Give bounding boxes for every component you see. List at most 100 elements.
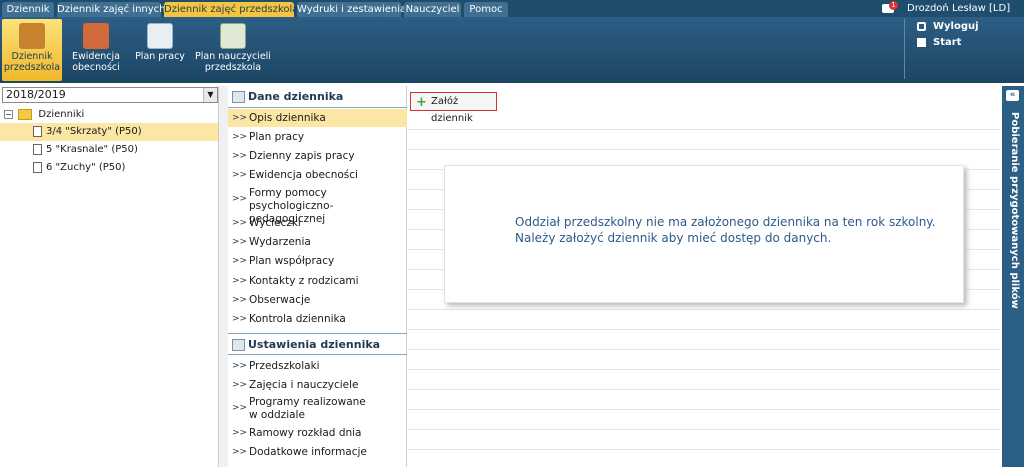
tab-dziennik[interactable]: Dziennik: [2, 2, 54, 17]
chevron-right-icon: >>: [232, 428, 248, 438]
menu-item-ewidencja-obecnosci[interactable]: >> Ewidencja obecności: [228, 169, 407, 182]
menu-item-plan-pracy[interactable]: >> Plan pracy: [228, 131, 407, 144]
menu-item-label: Wycieczki: [249, 217, 301, 229]
tab-dziennik-zajec-przedszkola[interactable]: Dziennik zajęć przedszkola: [164, 2, 298, 17]
tab-wydruki[interactable]: Wydruki i zestawienia: [297, 2, 406, 17]
section-title: Ustawienia dziennika: [248, 338, 381, 351]
tab-dziennik-zajec-innych[interactable]: Dziennik zajęć innych: [57, 2, 166, 17]
collapse-icon[interactable]: −: [4, 109, 13, 119]
home-icon: [917, 38, 926, 47]
menu-item-opis-dziennika[interactable]: >> Opis dziennika: [228, 109, 407, 127]
ribbon-plan-nauczycieli-button[interactable]: Plan nauczycieli przedszkola: [194, 19, 272, 81]
info-message-box: Oddział przedszkolny nie ma założonego d…: [444, 165, 964, 303]
journal-tree-panel: 2018/2019 ▼ − Dzienniki 3/4 "Skrzaty" (P…: [0, 86, 220, 467]
tab-nauczyciel[interactable]: Nauczyciel: [404, 2, 461, 17]
tab-pomoc[interactable]: Pomoc: [464, 2, 508, 17]
downloads-sidebar-label: Pobieranie przygotowanych plików: [1009, 112, 1020, 309]
lock-icon: [917, 22, 926, 31]
menu-item-plan-wspolpracy[interactable]: >> Plan współpracy: [228, 255, 407, 268]
ribbon-plan-pracy-button[interactable]: Plan pracy: [131, 19, 189, 81]
plus-icon: +: [416, 95, 427, 110]
menu-item-label: Wydarzenia: [249, 236, 311, 248]
chevron-right-icon: >>: [232, 403, 248, 413]
menu-item-label: Kontrola dziennika: [249, 313, 346, 325]
create-journal-button[interactable]: + Załóż dziennik: [410, 92, 497, 124]
tree-item[interactable]: 5 "Krasnale" (P50): [0, 141, 219, 159]
menu-item-dzienny-zapis-pracy[interactable]: >> Dzienny zapis pracy: [228, 150, 407, 163]
school-year-value: 2018/2019: [6, 88, 66, 101]
chevron-right-icon: >>: [232, 447, 248, 457]
logout-link[interactable]: Wyloguj: [915, 19, 979, 35]
user-name[interactable]: Drozdoń Lesław [LD]: [907, 0, 1010, 17]
tree-item-label: 5 "Krasnale" (P50): [46, 144, 138, 155]
menu-item-label: Dzienny zapis pracy: [249, 150, 355, 162]
person-check-icon: [83, 23, 109, 49]
document-icon: [33, 126, 42, 137]
section-header-dane-dziennika: Dane dziennika: [228, 86, 407, 108]
chevron-right-icon: >>: [232, 194, 248, 204]
panel-scrollbar[interactable]: [218, 86, 228, 467]
menu-item-label: Przedszkolaki: [249, 360, 320, 372]
menu-item-label: Kontakty z rodzicami: [249, 275, 359, 287]
start-label: Start: [933, 37, 962, 48]
main-content: + Załóż dziennik Oddział przedszkolny ni…: [408, 86, 1000, 467]
top-tab-bar: Dziennik Dziennik zajęć innych Dziennik …: [0, 0, 1024, 17]
menu-item-obserwacje[interactable]: >> Obserwacje: [228, 294, 407, 307]
ribbon-dziennik-przedszkola-button[interactable]: Dziennik przedszkola: [2, 19, 62, 81]
chevron-right-icon: >>: [232, 276, 248, 286]
school-year-select[interactable]: 2018/2019 ▼: [2, 87, 218, 103]
start-link[interactable]: Start: [915, 35, 979, 51]
info-message-line: Należy założyć dziennik aby mieć dostęp …: [515, 231, 832, 245]
chevron-right-icon: >>: [232, 132, 248, 142]
chevron-right-icon: >>: [232, 361, 248, 371]
chevron-right-icon: >>: [232, 380, 248, 390]
chevron-right-icon: >>: [232, 113, 248, 123]
menu-item-programy-realizowane[interactable]: >> Programy realizowane w oddziale: [228, 396, 368, 422]
info-message: Oddział przedszkolny nie ma założonego d…: [515, 214, 936, 246]
menu-item-kontakty-z-rodzicami[interactable]: >> Kontakty z rodzicami: [228, 275, 407, 288]
settings-icon: [232, 339, 245, 351]
chevron-right-icon: >>: [232, 256, 248, 266]
menu-item-label: Zajęcia i nauczyciele: [249, 379, 359, 391]
chevron-right-icon: >>: [232, 151, 248, 161]
menu-item-przedszkolaki[interactable]: >> Przedszkolaki: [228, 360, 407, 373]
ribbon-button-label: Plan pracy: [135, 51, 185, 62]
menu-item-wycieczki[interactable]: >> Wycieczki: [228, 217, 407, 230]
ribbon-ewidencja-obecnosci-button[interactable]: Ewidencja obecności: [66, 19, 126, 81]
chevron-right-icon: >>: [232, 170, 248, 180]
chevron-right-icon: >>: [232, 295, 248, 305]
chevron-down-icon[interactable]: ▼: [203, 88, 217, 102]
expand-left-icon[interactable]: «: [1006, 90, 1019, 101]
ribbon-button-label: Dziennik przedszkola: [3, 51, 61, 73]
menu-item-label: Opis dziennika: [249, 112, 326, 124]
menu-item-wydarzenia[interactable]: >> Wydarzenia: [228, 236, 407, 249]
document-icon: [33, 144, 42, 155]
journal-data-icon: [232, 91, 245, 103]
ribbon-button-label: Plan nauczycieli przedszkola: [195, 51, 271, 73]
tree-item[interactable]: 3/4 "Skrzaty" (P50): [0, 123, 219, 141]
menu-item-kontrola-dziennika[interactable]: >> Kontrola dziennika: [228, 313, 407, 326]
menu-item-dodatkowe-informacje[interactable]: >> Dodatkowe informacje: [228, 446, 407, 459]
tree-item[interactable]: 6 "Zuchy" (P50): [0, 159, 219, 177]
teacher-board-icon: [220, 23, 246, 49]
teddy-bear-icon: [19, 23, 45, 49]
menu-item-zajecia-i-nauczyciele[interactable]: >> Zajęcia i nauczyciele: [228, 379, 407, 392]
tree-root-dzienniki[interactable]: − Dzienniki: [4, 107, 84, 123]
ribbon-toolbar: Dziennik przedszkola Ewidencja obecności…: [0, 17, 1024, 83]
menu-item-label: Obserwacje: [249, 294, 311, 306]
menu-item-label: Ramowy rozkład dnia: [249, 427, 362, 439]
journal-menu: Dane dziennika >> Opis dziennika >> Plan p…: [228, 86, 407, 467]
downloads-sidebar[interactable]: « Pobieranie przygotowanych plików: [1002, 86, 1024, 467]
menu-item-label: Programy realizowane w oddziale: [249, 396, 366, 421]
calendar-icon: [147, 23, 173, 49]
chevron-right-icon: >>: [232, 314, 248, 324]
menu-item-ramowy-rozklad-dnia[interactable]: >> Ramowy rozkład dnia: [228, 427, 407, 440]
document-icon: [33, 162, 42, 173]
menu-item-label: Ewidencja obecności: [249, 169, 358, 181]
logout-label: Wyloguj: [933, 21, 979, 32]
tree-item-label: 6 "Zuchy" (P50): [46, 162, 126, 173]
messages-badge: 1: [889, 1, 898, 10]
menu-item-label: Dodatkowe informacje: [249, 446, 367, 458]
ribbon-session-panel: Wyloguj Start: [904, 19, 979, 79]
create-journal-label: Załóż dziennik: [431, 96, 473, 124]
